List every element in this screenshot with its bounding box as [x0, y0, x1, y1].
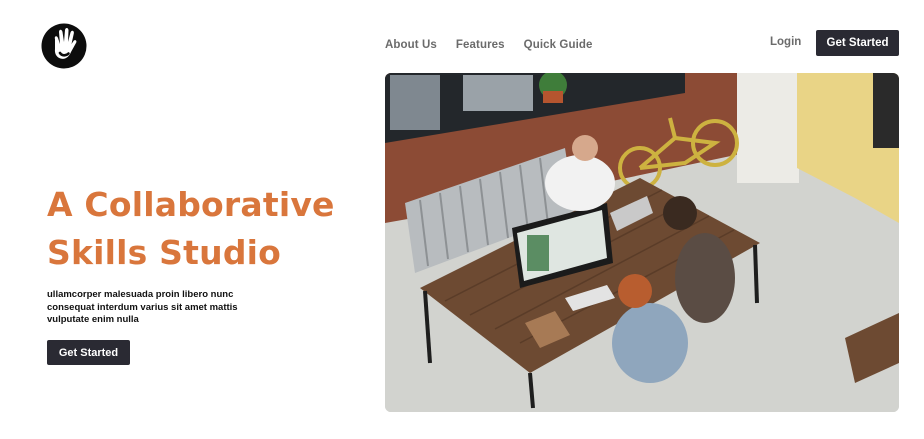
main-nav: About Us Features Quick Guide	[385, 39, 593, 51]
hero-title: A Collaborative Skills Studio	[47, 181, 367, 277]
hero-get-started-button[interactable]: Get Started	[47, 340, 130, 365]
login-link[interactable]: Login	[770, 36, 801, 48]
header-get-started-button[interactable]: Get Started	[816, 30, 899, 56]
nav-quick-guide[interactable]: Quick Guide	[524, 39, 593, 51]
nav-features[interactable]: Features	[456, 39, 505, 51]
team-at-desk-photo	[385, 73, 899, 412]
hero-title-line-1: A Collaborative	[47, 185, 335, 224]
hero-description: ullamcorper malesuada proin libero nunc …	[47, 289, 238, 325]
hero-image	[385, 73, 899, 412]
hand-in-circle-icon	[41, 23, 87, 69]
logo[interactable]	[41, 23, 87, 69]
hero-title-line-2: Skills Studio	[47, 233, 282, 272]
nav-about-us[interactable]: About Us	[385, 39, 437, 51]
